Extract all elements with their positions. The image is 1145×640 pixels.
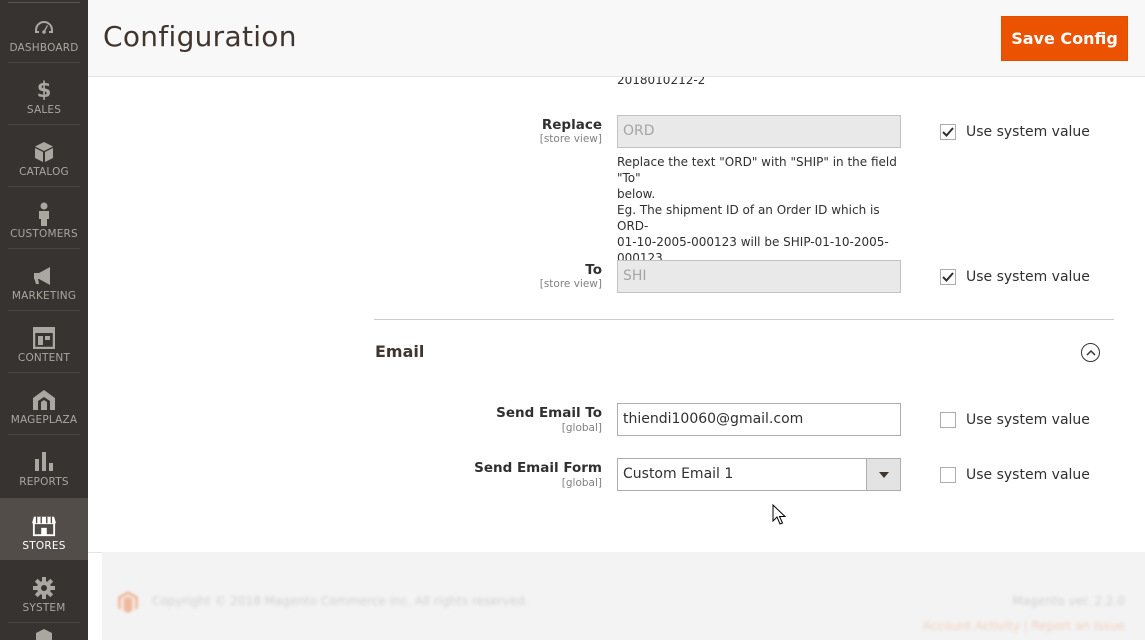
previous-note-text: 2018010212-2 (617, 77, 706, 87)
mouse-cursor-icon (772, 504, 786, 525)
more-icon (34, 628, 54, 640)
send-email-to-scope: [global] (561, 422, 602, 434)
checkbox-checked[interactable] (940, 269, 956, 285)
checkbox-unchecked[interactable] (940, 412, 956, 428)
section-divider (374, 319, 1114, 320)
to-input[interactable]: SHI (617, 260, 901, 293)
checkbox-checked[interactable] (940, 124, 956, 140)
replace-label: Replace (541, 117, 602, 133)
sidebar-item-content[interactable]: CONTENT (0, 310, 88, 372)
page-title: Configuration (103, 20, 297, 53)
layout-icon (32, 326, 56, 350)
gear-icon (32, 576, 56, 600)
copyright-text: Copyright © 2018 Magento Commerce Inc. A… (152, 594, 529, 608)
dropdown-arrow-icon[interactable] (866, 459, 900, 490)
use-system-value-label: Use system value (966, 124, 1090, 140)
to-scope: [store view] (539, 278, 602, 290)
send-email-form-scope: [global] (561, 477, 602, 489)
dashboard-icon (32, 16, 56, 40)
mageplaza-icon (32, 388, 56, 412)
sidebar-item-sales[interactable]: $ SALES (0, 62, 88, 124)
sidebar-item-system[interactable]: SYSTEM (0, 560, 88, 622)
sidebar-item-label: MARKETING (11, 290, 77, 302)
sidebar-item-label: SYSTEM (22, 602, 66, 614)
page-footer: Copyright © 2018 Magento Commerce Inc. A… (102, 552, 1145, 640)
sidebar-item-label: REPORTS (19, 476, 69, 488)
sidebar-item-dashboard[interactable]: DASHBOARD (0, 0, 88, 62)
person-icon (32, 202, 56, 226)
sidebar-item-reports[interactable]: REPORTS (0, 434, 88, 496)
sidebar-item-marketing[interactable]: MARKETING (0, 248, 88, 310)
replace-scope: [store view] (539, 133, 602, 145)
to-label: To (585, 262, 602, 278)
email-section-title[interactable]: Email (375, 342, 424, 361)
config-form: 2018010212-2 Replace [store view] ORD Re… (88, 77, 1145, 552)
send-email-form-use-system-checkbox[interactable]: Use system value (940, 467, 1090, 483)
replace-note-line: 01-10-2005-000123 will be SHIP-01-10-200… (617, 235, 889, 249)
checkmark-icon (942, 127, 954, 137)
page-header: Configuration Save Config (88, 0, 1145, 77)
sidebar-item-customers[interactable]: CUSTOMERS (0, 186, 88, 248)
footer-notch (88, 552, 102, 640)
sidebar-item-catalog[interactable]: CATALOG (0, 124, 88, 186)
use-system-value-label: Use system value (966, 412, 1090, 428)
send-email-to-label: Send Email To (496, 405, 602, 421)
replace-note-line: Eg. The shipment ID of an Order ID which… (617, 203, 880, 233)
replace-note-line: Replace the text "ORD" with "SHIP" in th… (617, 155, 897, 185)
bar-chart-icon (32, 450, 56, 474)
admin-sidebar: DASHBOARD $ SALES CATALOG CUSTOMERS MARK… (0, 0, 88, 640)
sidebar-item-label: DASHBOARD (9, 42, 79, 54)
send-email-form-label: Send Email Form (474, 460, 602, 476)
send-email-to-use-system-checkbox[interactable]: Use system value (940, 412, 1090, 428)
sidebar-item-label: SALES (26, 104, 62, 116)
sidebar-divider (8, 622, 80, 623)
use-system-value-label: Use system value (966, 269, 1090, 285)
checkmark-icon (942, 272, 954, 282)
save-config-button[interactable]: Save Config (1001, 16, 1128, 61)
sidebar-item-mageplaza[interactable]: MAGEPLAZA (0, 372, 88, 434)
to-use-system-checkbox[interactable]: Use system value (940, 269, 1090, 285)
checkbox-unchecked[interactable] (940, 467, 956, 483)
dollar-icon: $ (36, 78, 52, 102)
send-email-form-select[interactable]: Custom Email 1 (617, 458, 901, 491)
replace-use-system-checkbox[interactable]: Use system value (940, 124, 1090, 140)
cube-icon (32, 140, 56, 164)
select-value: Custom Email 1 (623, 466, 734, 482)
sidebar-item-label: MAGEPLAZA (10, 414, 78, 426)
sidebar-item-label: CUSTOMERS (10, 228, 78, 240)
replace-input[interactable]: ORD (617, 115, 901, 148)
send-email-to-input[interactable]: thiendi10060@gmail.com (617, 403, 901, 436)
version-text: Magento ver. 2.2.0 (1012, 594, 1125, 608)
store-icon (32, 514, 56, 538)
replace-note: Replace the text "ORD" with "SHIP" in th… (617, 154, 907, 266)
sidebar-item-label: CATALOG (19, 166, 69, 178)
collapse-icon[interactable] (1081, 343, 1100, 362)
megaphone-icon (32, 264, 56, 288)
sidebar-item-label: CONTENT (17, 352, 71, 364)
use-system-value-label: Use system value (966, 467, 1090, 483)
sidebar-item-label: STORES (22, 540, 66, 552)
replace-note-line: below. (617, 187, 656, 201)
magento-logo-icon (118, 591, 138, 613)
footer-links[interactable]: Account Activity | Report an Issue (923, 619, 1125, 633)
sidebar-item-stores[interactable]: STORES (0, 498, 88, 560)
